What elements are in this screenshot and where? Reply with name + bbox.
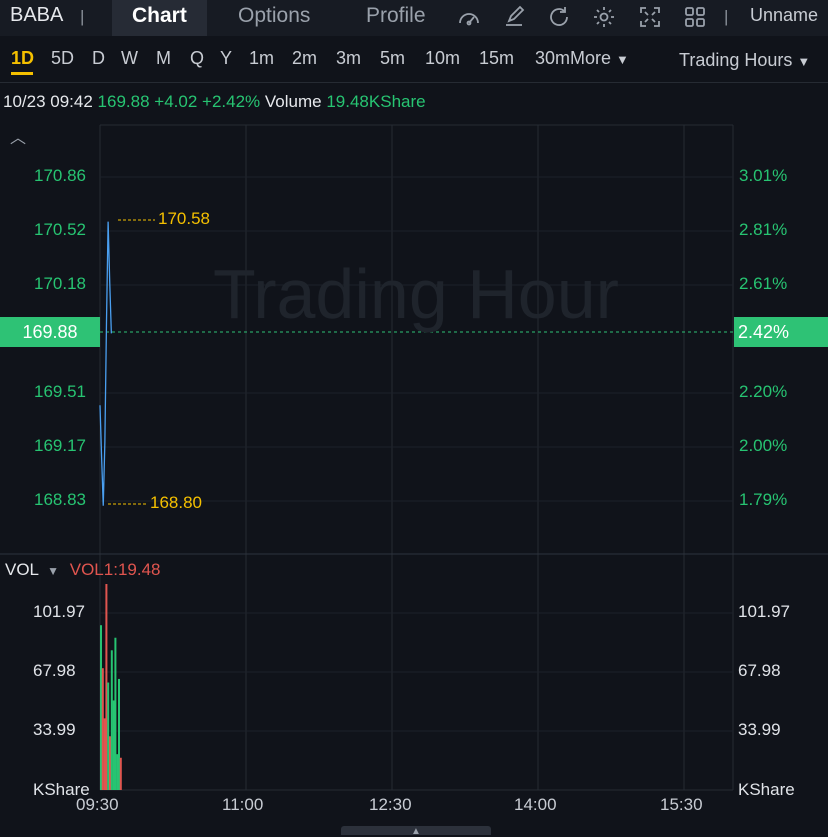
volume-bar: [103, 718, 106, 790]
volume-tick-left: 67.98: [33, 661, 76, 680]
volume-tick-right: 67.98: [738, 661, 781, 680]
volume-bar: [105, 584, 108, 790]
time-tick-label: 11:00: [222, 795, 264, 814]
volume-bar: [114, 637, 117, 790]
current-price-tag: 169.88: [0, 317, 100, 347]
volume-bar: [112, 700, 115, 790]
volume-bar: [107, 682, 110, 790]
low-price-label: 168.80: [150, 493, 202, 512]
chevron-down-icon: ▼: [47, 564, 60, 578]
high-price-label: 170.58: [158, 209, 210, 228]
chart-watermark: Trading Hour: [213, 255, 619, 333]
volume-bar: [110, 650, 113, 790]
volume-bar: [116, 754, 119, 790]
volume-bar: [118, 678, 120, 790]
volume-bar: [109, 736, 111, 790]
volume-indicator: VOL1:19.48: [69, 560, 161, 579]
time-tick-label: 15:30: [660, 795, 703, 814]
pct-tick-label: 2.81%: [739, 220, 788, 239]
volume-tick-right: 33.99: [738, 720, 781, 739]
price-tick-label: 169.51: [34, 382, 86, 401]
current-pct-tag: 2.42%: [734, 317, 828, 347]
price-tick-label: 170.86: [34, 166, 86, 185]
volume-bar: [101, 668, 104, 790]
pct-tick-label: 1.79%: [739, 490, 788, 509]
price-tick-label: 168.83: [34, 490, 86, 509]
price-tick-label: 170.52: [34, 220, 86, 239]
time-tick-label: 14:00: [514, 795, 557, 814]
volume-bar: [100, 625, 102, 790]
volume-header[interactable]: VOL ▼ VOL1:19.48: [5, 560, 161, 580]
price-series-line: [99, 221, 113, 506]
volume-title: VOL: [5, 560, 39, 579]
pct-tick-label: 2.61%: [739, 274, 788, 293]
time-tick-label: 12:30: [369, 795, 412, 814]
price-tick-label: 169.17: [34, 436, 86, 455]
price-chart[interactable]: Trading Hour: [0, 0, 828, 835]
price-tick-label: 170.18: [34, 274, 86, 293]
pct-tick-label: 2.20%: [739, 382, 788, 401]
pct-tick-label: 3.01%: [739, 166, 788, 185]
volume-tick-left: 33.99: [33, 720, 76, 739]
pct-tick-label: 2.00%: [739, 436, 788, 455]
volume-tick-right: 101.97: [738, 602, 790, 621]
chevron-up-icon: ▲: [411, 826, 421, 837]
volume-unit-right: KShare: [738, 780, 795, 799]
volume-tick-left: 101.97: [33, 602, 85, 621]
time-tick-label: 09:30: [76, 795, 119, 814]
volume-bar: [119, 757, 122, 790]
